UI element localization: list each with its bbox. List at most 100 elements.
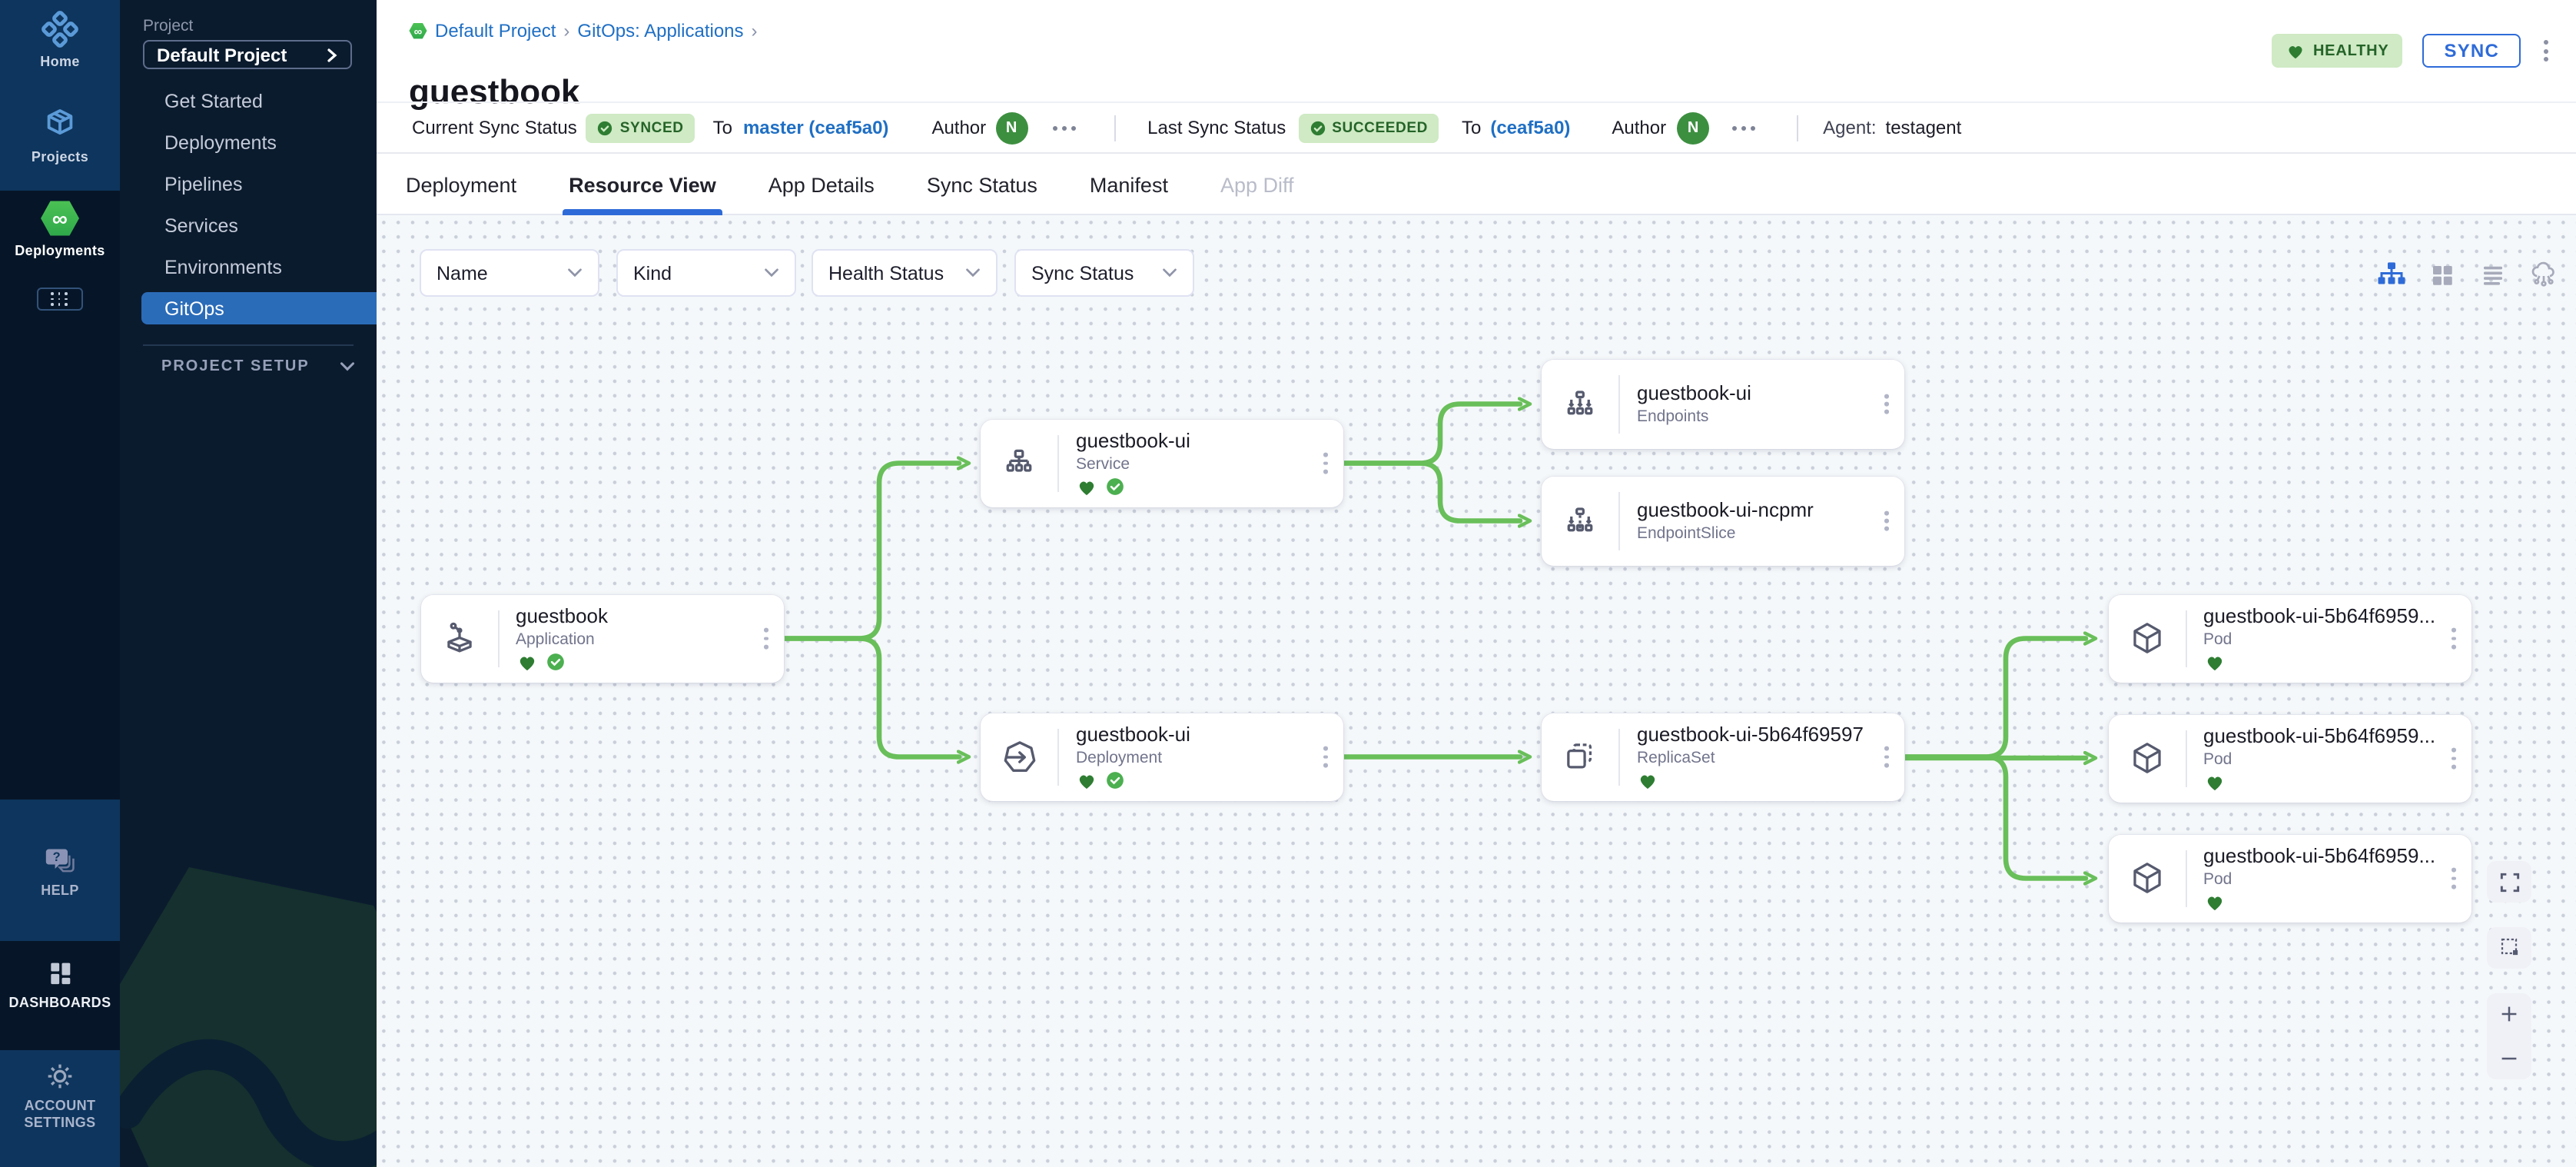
breadcrumb-link-applications[interactable]: GitOps: Applications: [577, 20, 743, 42]
app-menu-button[interactable]: [2541, 37, 2551, 65]
resource-node-pod[interactable]: guestbook-ui-5b64f6959... Pod: [2108, 834, 2471, 923]
sidebar-divider: [143, 344, 354, 346]
replicaset-icon: [1542, 713, 1618, 801]
chevron-down-icon: [1162, 268, 1177, 278]
chevron-down-icon: [567, 268, 583, 278]
to-label: To: [713, 117, 732, 138]
sidebar-item-pipelines[interactable]: Pipelines: [120, 166, 377, 203]
zoom-in-button[interactable]: [2498, 1002, 2521, 1026]
rail-item-projects[interactable]: Projects: [0, 106, 120, 165]
project-setup-toggle[interactable]: PROJECT SETUP: [161, 358, 355, 375]
rail-item-label: Projects: [32, 149, 88, 165]
node-menu-button[interactable]: [1319, 742, 1333, 772]
synced-check-icon: [1105, 477, 1125, 497]
resource-node-pod[interactable]: guestbook-ui-5b64f6959... Pod: [2108, 714, 2471, 803]
resource-node-service[interactable]: guestbook-ui Service: [981, 419, 1343, 507]
node-menu-button[interactable]: [1319, 448, 1333, 478]
to-label: To: [1462, 117, 1481, 138]
commit-more-button[interactable]: [1047, 121, 1080, 135]
tab-app-details[interactable]: App Details: [768, 155, 875, 214]
network-view-button[interactable]: [2527, 258, 2561, 292]
sync-status-bar: Current Sync Status SYNCED To master (ce…: [377, 101, 2576, 154]
selection-box-icon: [2497, 935, 2521, 959]
sidebar-item-get-started[interactable]: Get Started: [120, 83, 377, 120]
resource-node-deployment[interactable]: guestbook-ui Deployment: [981, 713, 1343, 801]
infinity-glyph: ∞: [52, 211, 68, 227]
sidebar-item-deployments[interactable]: Deployments: [120, 125, 377, 161]
tab-sync-status[interactable]: Sync Status: [927, 155, 1037, 214]
divider: [1797, 115, 1798, 141]
selection-mode-button[interactable]: [2487, 926, 2531, 968]
rail-item-label: DASHBOARDS: [8, 995, 111, 1011]
tab-manifest[interactable]: Manifest: [1090, 155, 1168, 214]
view-toggles: [2375, 258, 2561, 292]
sidebar-item-services[interactable]: Services: [120, 207, 377, 244]
project-label: Project: [143, 17, 193, 35]
rail-item-label: Deployments: [15, 243, 105, 259]
author-avatar: N: [995, 111, 1027, 144]
rail-item-label: Home: [40, 54, 80, 70]
service-icon: [981, 419, 1057, 507]
check-circle-icon: [1309, 119, 1326, 136]
healthy-heart-icon: [2203, 773, 2225, 793]
node-menu-button[interactable]: [1880, 742, 1894, 772]
rail-item-label: HELP: [41, 883, 79, 899]
tree-view-button[interactable]: [2375, 258, 2408, 292]
resource-node-replicaset[interactable]: guestbook-ui-5b64f69597 ReplicaSet: [1542, 713, 1904, 801]
node-menu-button[interactable]: [759, 623, 772, 653]
synced-check-icon: [545, 653, 565, 673]
rail-item-help[interactable]: ? HELP: [0, 846, 120, 899]
endpointslice-icon: [1542, 477, 1618, 565]
last-revision-link[interactable]: (ceaf5a0): [1490, 117, 1570, 138]
node-menu-button[interactable]: [1880, 389, 1894, 419]
tab-resource-view[interactable]: Resource View: [569, 155, 716, 214]
resource-node-application[interactable]: guestbook Application: [420, 594, 783, 683]
author-avatar: N: [1677, 111, 1709, 144]
resource-tree-canvas[interactable]: Name Kind Health Status Sync Status: [377, 215, 2576, 1167]
deployment-icon: [981, 713, 1057, 801]
filter-sync-status[interactable]: Sync Status: [1014, 249, 1194, 297]
commit-more-button[interactable]: [1728, 121, 1760, 135]
resource-node-endpoints[interactable]: guestbook-ui Endpoints: [1542, 360, 1904, 448]
filter-kind[interactable]: Kind: [616, 249, 796, 297]
help-chat-icon: ?: [43, 846, 77, 876]
sidebar-item-gitops[interactable]: GitOps: [141, 292, 377, 324]
gitops-watermark: [120, 852, 377, 1167]
pod-cube-icon: [2108, 594, 2185, 683]
last-sync-status-label: Last Sync Status: [1147, 117, 1286, 138]
breadcrumb-link-project[interactable]: Default Project: [435, 20, 556, 42]
fullscreen-button[interactable]: [2487, 861, 2531, 903]
project-selector[interactable]: Default Project: [143, 40, 352, 69]
breadcrumb-separator: ›: [563, 20, 569, 42]
node-menu-button[interactable]: [1880, 506, 1894, 536]
page-header: ∞ Default Project › GitOps: Applications…: [377, 0, 2576, 101]
zoom-controls: [2487, 993, 2531, 1079]
list-view-button[interactable]: [2476, 258, 2510, 292]
sidebar-item-environments[interactable]: Environments: [120, 249, 377, 286]
filter-health-status[interactable]: Health Status: [812, 249, 998, 297]
grid-dots-icon: [37, 288, 83, 311]
sync-button[interactable]: SYNC: [2423, 34, 2521, 68]
tab-app-diff: App Diff: [1220, 155, 1294, 214]
rail-item-home[interactable]: Home: [0, 11, 120, 70]
module-switcher-button[interactable]: [0, 288, 120, 311]
current-sync-status-label: Current Sync Status: [412, 117, 577, 138]
node-menu-button[interactable]: [2446, 623, 2460, 653]
rail-item-dashboards[interactable]: DASHBOARDS: [0, 958, 120, 1011]
rail-item-account-settings[interactable]: ACCOUNT SETTINGS: [0, 1061, 120, 1130]
header-actions: HEALTHY SYNC: [2272, 34, 2551, 68]
current-revision-link[interactable]: master (ceaf5a0): [743, 117, 888, 138]
tab-deployment[interactable]: Deployment: [406, 155, 516, 214]
rail-item-deployments[interactable]: ∞ Deployments: [0, 200, 120, 259]
filter-name[interactable]: Name: [420, 249, 599, 297]
node-menu-button[interactable]: [2446, 743, 2460, 773]
resource-node-endpointslice[interactable]: guestbook-ui-ncpmr EndpointSlice: [1542, 477, 1904, 565]
grid-view-button[interactable]: [2425, 258, 2459, 292]
node-menu-button[interactable]: [2446, 863, 2460, 893]
harness-logo-icon: [41, 11, 78, 48]
main-content: ∞ Default Project › GitOps: Applications…: [377, 0, 2576, 1167]
app-window: Home Projects ∞ Deployments: [0, 0, 2576, 1167]
endpoints-icon: [1542, 360, 1618, 448]
resource-node-pod[interactable]: guestbook-ui-5b64f6959... Pod: [2108, 594, 2471, 683]
zoom-out-button[interactable]: [2498, 1047, 2521, 1070]
